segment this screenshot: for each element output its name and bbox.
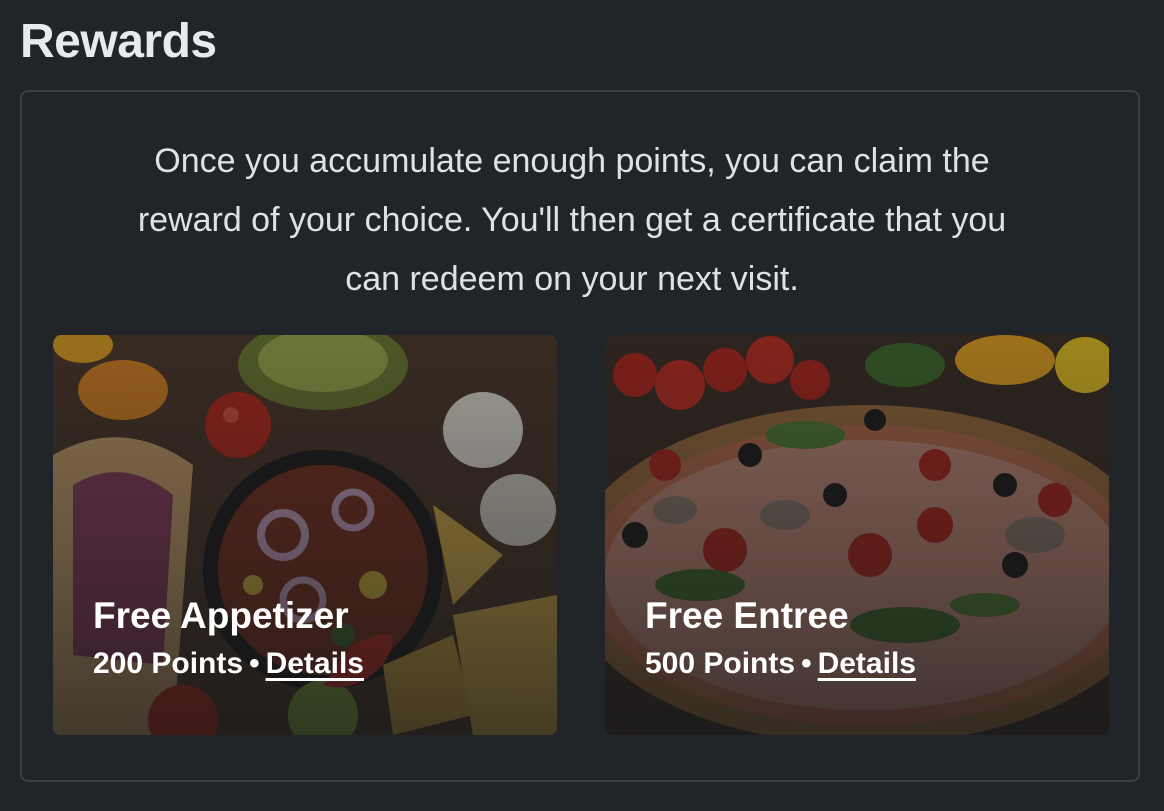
reward-card-free-appetizer[interactable]: Free Appetizer 200 Points • Details (53, 335, 557, 735)
rewards-panel: Once you accumulate enough points, you c… (20, 90, 1140, 782)
reward-meta: 200 Points • Details (93, 647, 364, 681)
reward-title: Free Appetizer (93, 595, 349, 636)
page-title: Rewards (20, 15, 217, 68)
reward-title: Free Entree (645, 595, 849, 636)
reward-meta: 500 Points • Details (645, 647, 916, 681)
separator-dot: • (801, 647, 812, 680)
reward-points: 500 Points (645, 647, 796, 680)
details-link[interactable]: Details (266, 647, 364, 680)
details-link[interactable]: Details (818, 647, 916, 680)
reward-points: 200 Points (93, 647, 244, 680)
rewards-intro-text: Once you accumulate enough points, you c… (137, 142, 1007, 298)
reward-card-free-entree[interactable]: Free Entree 500 Points • Details (605, 335, 1109, 735)
separator-dot: • (249, 647, 260, 680)
